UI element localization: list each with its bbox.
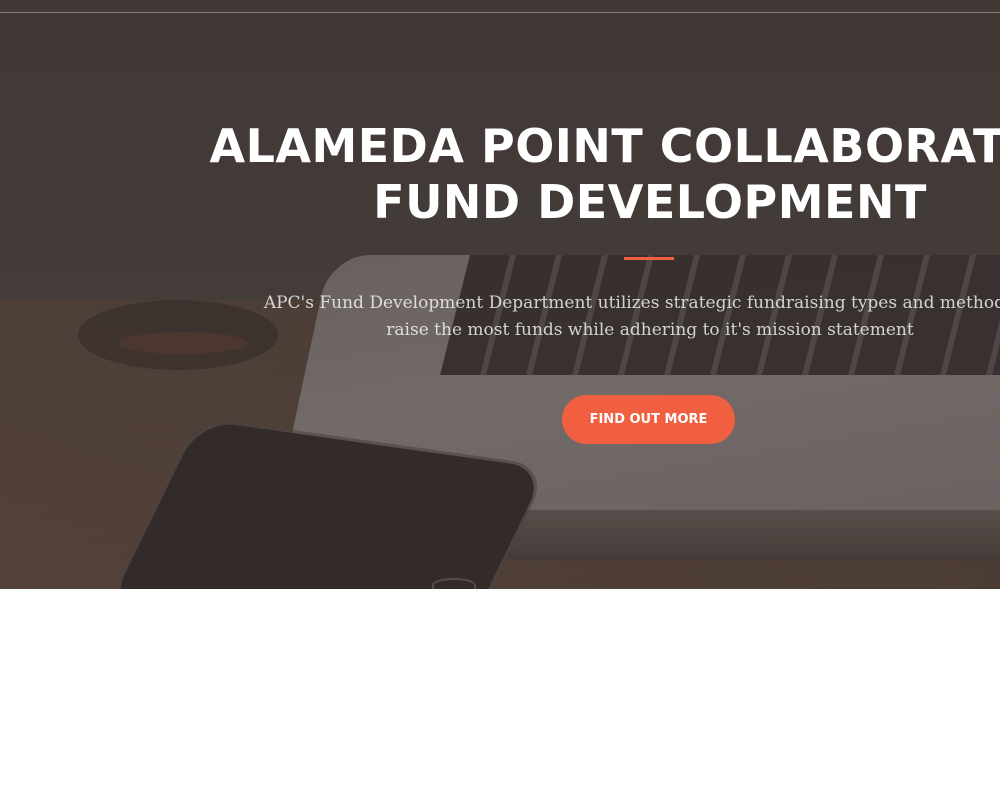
hero-title-line2: FUND DEVELOPMENT bbox=[373, 175, 927, 229]
navbar-border bbox=[0, 12, 1000, 13]
hero-subtitle-line1: APC's Fund Development Department utiliz… bbox=[263, 293, 1000, 313]
hero-title: ALAMEDA POINT COLLABORATIVE FUND DEVELOP… bbox=[200, 118, 1000, 230]
hero-section: ALAMEDA POINT COLLABORATIVE FUND DEVELOP… bbox=[0, 0, 1000, 589]
title-divider bbox=[624, 257, 674, 260]
hero-subtitle-line2: raise the most funds while adhering to i… bbox=[386, 320, 914, 340]
hero-title-line1: ALAMEDA POINT COLLABORATIVE bbox=[209, 119, 1000, 173]
find-out-more-button[interactable]: FIND OUT MORE bbox=[562, 395, 735, 444]
hero-subtitle: APC's Fund Development Department utiliz… bbox=[250, 290, 1000, 344]
